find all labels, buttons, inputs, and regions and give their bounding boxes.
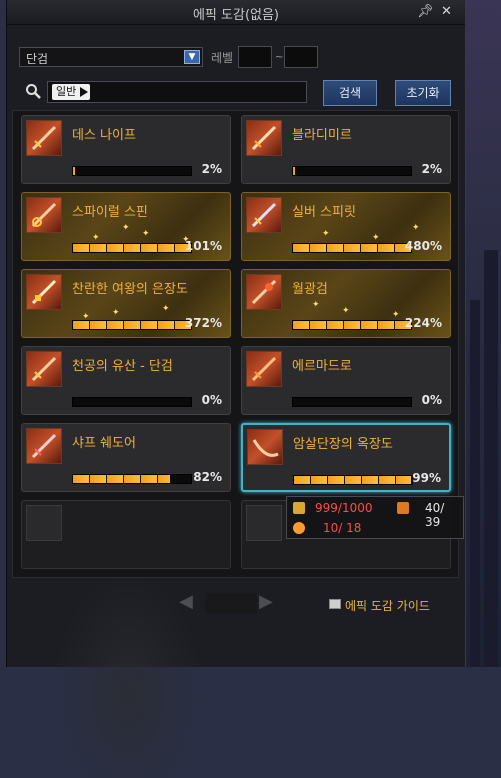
level-range-separator: ~: [275, 52, 284, 63]
epic-guide-link[interactable]: 에픽 도감 가이드: [345, 597, 430, 614]
progress-percent: 101%: [184, 239, 222, 253]
tooltip-gem-count: 40/ 39: [425, 501, 445, 529]
progress-percent: 372%: [184, 316, 222, 330]
category-value: 단검: [26, 52, 49, 66]
item-name: 샤프 쉐도어: [72, 436, 136, 451]
progress-fill: [73, 167, 76, 175]
dagger-icon: [246, 120, 282, 156]
dagger-icon: [247, 429, 283, 465]
item-name: 찬란한 여왕의 은장도: [72, 282, 188, 297]
reset-button[interactable]: 초기화: [395, 80, 451, 106]
item-name: 천공의 유산 - 단검: [72, 359, 173, 374]
item-card[interactable]: 에르마드로 0%: [241, 346, 451, 415]
item-card[interactable]: ✦ ✦ ✦ 실버 스피릿 480%: [241, 192, 451, 261]
progress-bar: [292, 397, 412, 407]
tooltip-fragment-count: 10/ 18: [323, 521, 362, 535]
dagger-icon: [246, 351, 282, 387]
title-bar[interactable]: 에픽 도감(없음) 📌︎ ✕: [7, 0, 465, 25]
item-card[interactable]: ✦ ✦ ✦ ✦ 스파이럴 스핀 101%: [21, 192, 231, 261]
search-type-chip[interactable]: 일반: [52, 84, 91, 100]
dagger-icon: [26, 274, 62, 310]
progress-fill: [73, 475, 170, 483]
level-label: 레벨: [211, 51, 234, 65]
item-card[interactable]: 천공의 유산 - 단검 0%: [21, 346, 231, 415]
progress-bar: [72, 166, 192, 176]
dagger-icon: [246, 197, 282, 233]
progress-percent: 82%: [193, 470, 222, 484]
epic-catalog-window: 에픽 도감(없음) 📌︎ ✕ 단검 ▼ 레벨 ~ 일반 검색 초기화 데스 나이…: [6, 0, 466, 778]
progress-fill: [293, 321, 411, 329]
progress-percent: 0%: [201, 393, 222, 407]
item-name: 블라디미르: [292, 128, 352, 143]
dagger-icon: [246, 274, 282, 310]
category-select[interactable]: 단검 ▼: [19, 47, 203, 67]
page-indicator: [205, 593, 257, 613]
search-icon: [26, 84, 41, 99]
window-title: 에픽 도감(없음): [192, 8, 280, 23]
progress-percent: 480%: [404, 239, 442, 253]
empty-slot: [246, 505, 282, 541]
item-card[interactable]: 블라디미르 2%: [241, 115, 451, 184]
material-icon: [293, 502, 305, 514]
dagger-icon: [26, 351, 62, 387]
progress-fill: [73, 321, 191, 329]
empty-slot: [26, 505, 62, 541]
progress-bar: [292, 166, 412, 176]
item-card[interactable]: 샤프 쉐도어 82%: [21, 423, 231, 492]
chevron-down-icon[interactable]: ▼: [184, 50, 200, 64]
progress-percent: 2%: [421, 162, 442, 176]
gem-icon: [397, 502, 409, 514]
background-scenery: [466, 0, 501, 667]
progress-percent: 99%: [412, 471, 441, 485]
item-card[interactable]: ✦ ✦ ✦ 월광검 224%: [241, 269, 451, 338]
progress-fill: [293, 167, 296, 175]
dagger-icon: [26, 428, 62, 464]
level-max-input[interactable]: [284, 46, 318, 68]
empty-item-card: [21, 500, 231, 569]
dagger-icon: [26, 120, 62, 156]
tooltip-material-count: 999/1000: [315, 501, 373, 515]
fragment-icon: [293, 522, 305, 534]
progress-bar: [293, 475, 413, 485]
progress-fill: [294, 476, 411, 484]
item-name: 스파이럴 스핀: [72, 205, 148, 220]
search-button[interactable]: 검색: [323, 80, 377, 106]
progress-fill: [73, 244, 191, 252]
progress-fill: [293, 244, 411, 252]
item-card[interactable]: ✦ ✦ ✦ 찬란한 여왕의 은장도 372%: [21, 269, 231, 338]
item-name: 암살단장의 옥장도: [293, 437, 393, 452]
dagger-icon: [26, 197, 62, 233]
progress-bar: [292, 320, 412, 330]
search-input[interactable]: 일반: [47, 81, 307, 103]
book-icon: [329, 599, 341, 609]
progress-bar: [72, 397, 192, 407]
pin-icon[interactable]: 📌︎: [417, 4, 434, 20]
triangle-left-icon[interactable]: ◀: [179, 591, 193, 613]
item-card[interactable]: 데스 나이프 2%: [21, 115, 231, 184]
progress-percent: 2%: [201, 162, 222, 176]
progress-bar: [292, 243, 412, 253]
progress-bar: [72, 243, 192, 253]
progress-percent: 0%: [421, 393, 442, 407]
progress-bar: [72, 320, 192, 330]
triangle-right-icon[interactable]: ▶: [259, 591, 273, 613]
close-icon[interactable]: ✕: [441, 4, 452, 20]
item-name: 월광검: [292, 282, 328, 297]
item-name: 실버 스피릿: [292, 205, 356, 220]
item-name: 데스 나이프: [72, 128, 136, 143]
item-card[interactable]: 암살단장의 옥장도 99%: [241, 423, 451, 492]
progress-percent: 224%: [404, 316, 442, 330]
progress-bar: [72, 474, 192, 484]
level-min-input[interactable]: [238, 46, 272, 68]
item-tooltip: 999/1000 40/ 39 10/ 18: [286, 496, 464, 539]
item-name: 에르마드로: [292, 359, 352, 374]
